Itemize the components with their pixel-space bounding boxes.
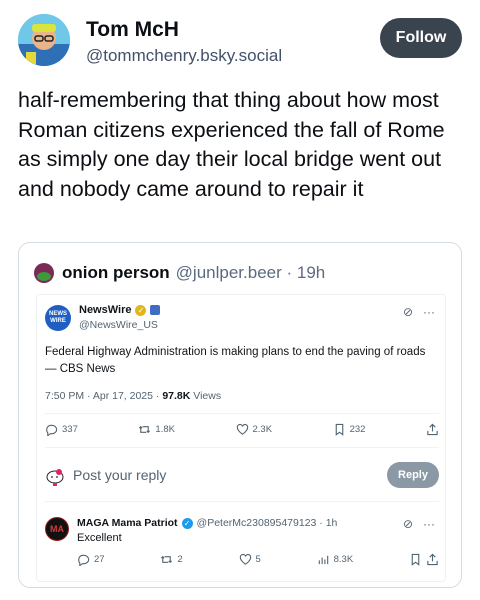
author-avatar[interactable] xyxy=(18,14,70,66)
screenshot-account-name: NewsWire xyxy=(79,304,132,316)
reply-input: Post your reply xyxy=(73,467,167,483)
screenshot-views-label: Views xyxy=(190,390,222,402)
views-count: 8.3K xyxy=(333,554,354,565)
bookmark-action: 232 xyxy=(333,423,366,436)
reply-author-name: MAGA Mama Patriot xyxy=(77,517,178,529)
screenshot-account-handle: @NewsWire_US xyxy=(79,319,158,331)
like-action: 5 xyxy=(239,553,261,566)
repost-icon xyxy=(161,555,173,564)
affiliate-badge-icon xyxy=(150,305,161,315)
bookmark-count: 232 xyxy=(349,424,366,435)
reply-action: 27 xyxy=(77,553,105,566)
embedded-screenshot: NEWS WIRE NewsWire ✓ @NewsWire_US ⊘ ··· … xyxy=(36,294,446,582)
reply-count: 337 xyxy=(62,424,78,435)
reply-icon xyxy=(78,554,90,566)
quote-author-name[interactable]: onion person xyxy=(62,263,170,283)
like-icon xyxy=(239,553,251,565)
screenshot-post-text: Federal Highway Administration is making… xyxy=(45,346,426,375)
verified-icon: ✓ xyxy=(135,304,147,316)
post-header: Tom McH @tommchenry.bsky.social Follow xyxy=(18,12,462,78)
reply-icon xyxy=(46,424,58,436)
repost-icon xyxy=(139,425,151,434)
like-count: 2.3K xyxy=(252,424,273,435)
quote-header: onion person @junlper.beer · 19h xyxy=(34,261,325,285)
author-name[interactable]: Tom McH xyxy=(86,18,179,42)
quote-author-meta: @junlper.beer · 19h xyxy=(175,263,326,282)
share-icon xyxy=(427,423,438,436)
bookmark-icon xyxy=(335,423,343,436)
share-icon xyxy=(427,553,438,566)
author-handle[interactable]: @tommchenry.bsky.social xyxy=(86,46,282,66)
repost-count: 2 xyxy=(177,554,183,565)
reply-text: Excellent xyxy=(77,532,122,544)
post-text: half-remembering that thing about how mo… xyxy=(18,88,445,201)
grok-icon: ⊘ xyxy=(402,305,413,319)
quote-post-card[interactable]: onion person @junlper.beer · 19h NEWS WI… xyxy=(18,242,462,588)
reply-action-row: 27 2 5 8.3K xyxy=(77,553,439,566)
bookmark-icon xyxy=(411,553,420,566)
views-icon xyxy=(318,555,328,565)
more-icon: ··· xyxy=(423,517,435,531)
like-count: 5 xyxy=(255,554,261,565)
reply-count: 27 xyxy=(94,554,105,565)
screenshot-account-name-row: NewsWire ✓ xyxy=(79,304,161,316)
reply-author-row: MAGA Mama Patriot ✓ @PeterMc230895479123… xyxy=(77,517,337,529)
reply-top-icons: ⊘ ··· xyxy=(403,517,435,531)
reply-avatar-icon xyxy=(46,469,64,486)
newswire-logo: NEWS WIRE xyxy=(45,305,71,331)
share-action xyxy=(426,423,439,436)
divider xyxy=(45,501,439,502)
screenshot-top-icons: ⊘ ··· xyxy=(403,305,435,319)
repost-count: 1.8K xyxy=(155,424,175,435)
quote-author-avatar[interactable] xyxy=(34,263,54,283)
divider xyxy=(45,413,439,414)
reply-composer: Post your reply Reply xyxy=(45,462,439,492)
follow-button[interactable]: Follow xyxy=(380,18,462,58)
more-icon: ··· xyxy=(423,305,435,319)
repost-action: 2 xyxy=(160,553,183,566)
divider xyxy=(45,447,439,448)
like-icon xyxy=(236,423,248,435)
reply-author-avatar: MA xyxy=(45,517,69,541)
grok-icon: ⊘ xyxy=(402,517,413,531)
repost-action: 1.8K xyxy=(138,423,175,436)
screenshot-timestamp: 7:50 PM · Apr 17, 2025 · 97.8K Views xyxy=(45,390,221,402)
reply-author-meta: @PeterMc230895479123 · 1h xyxy=(196,517,338,529)
screenshot-time: 7:50 PM · Apr 17, 2025 · xyxy=(45,390,163,402)
screenshot-views-count: 97.8K xyxy=(162,390,191,402)
screenshot-action-row: 337 1.8K 2.3K 232 xyxy=(45,423,439,436)
views-action: 8.3K xyxy=(317,553,354,566)
like-action: 2.3K xyxy=(236,423,273,436)
reply-action: 337 xyxy=(45,423,78,436)
verified-icon: ✓ xyxy=(181,517,193,529)
bookmark-share-actions xyxy=(409,553,439,566)
reply-button: Reply xyxy=(387,462,439,488)
